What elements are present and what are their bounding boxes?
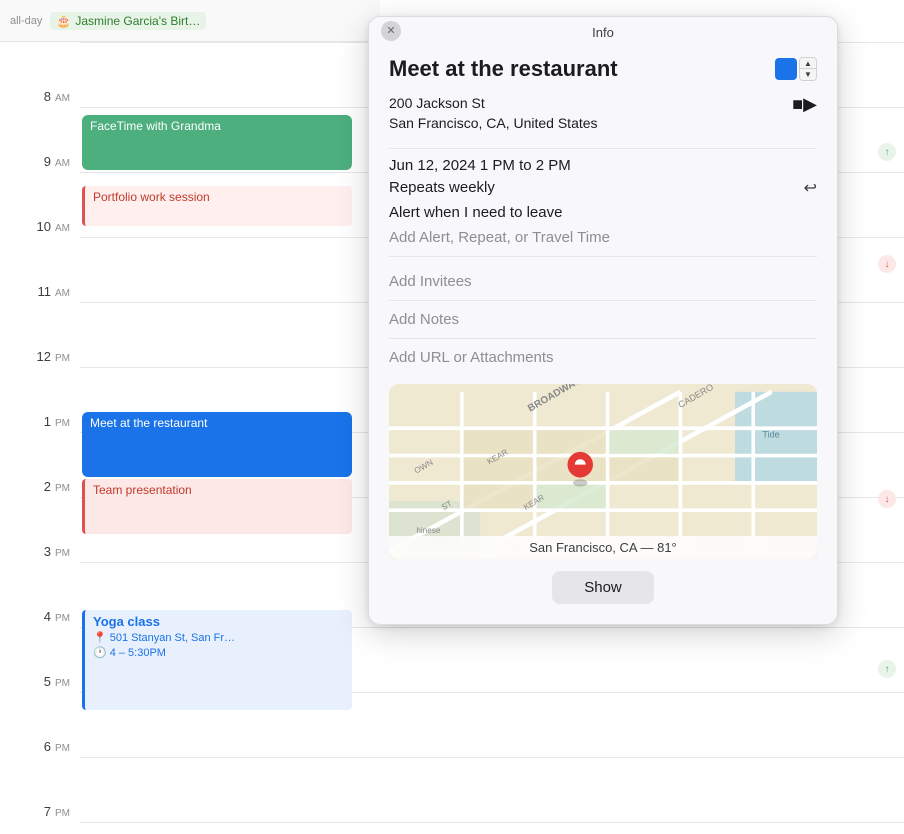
time-label-10am: 10 AM: [0, 220, 80, 234]
map-container[interactable]: BROADWAY CADERO OWN ST KEAR KEAR Tide hi…: [389, 384, 817, 559]
video-camera-icon: ■▶: [792, 94, 817, 115]
map-svg: BROADWAY CADERO OWN ST KEAR KEAR Tide hi…: [389, 384, 817, 559]
event-restaurant-title: Meet at the restaurant: [90, 416, 207, 430]
close-button[interactable]: ✕: [381, 21, 401, 41]
event-yoga-title: Yoga class: [93, 614, 344, 629]
stepper-down-button[interactable]: ▼: [800, 69, 816, 80]
add-invitees-row[interactable]: Add Invitees: [389, 263, 817, 300]
close-icon: ✕: [386, 24, 395, 37]
add-alert-row[interactable]: Add Alert, Repeat, or Travel Time: [389, 225, 817, 250]
hour-line-6pm: [80, 757, 904, 758]
map-location-label: San Francisco, CA — 81°: [529, 540, 677, 555]
time-label-5pm: 5 PM: [0, 675, 80, 689]
hour-line-7pm: [80, 822, 904, 823]
time-label-2pm: 2 PM: [0, 480, 80, 494]
info-popup: ✕ Info Meet at the restaurant ▲ ▼ 200 Ja…: [368, 16, 838, 625]
popup-event-title: Meet at the restaurant: [389, 56, 618, 82]
repeat-row: Repeats weekly ↩: [389, 178, 817, 198]
event-portfolio-title: Portfolio work session: [93, 190, 210, 204]
event-yoga-time: 🕐 4 – 5:30PM: [93, 646, 344, 659]
scroll-indicator-1: ↑: [878, 143, 896, 161]
event-yoga[interactable]: Yoga class 📍 501 Stanyan St, San Fr… 🕐 4…: [82, 610, 352, 710]
event-facetime-title: FaceTime with Grandma: [90, 119, 221, 133]
map-visual: BROADWAY CADERO OWN ST KEAR KEAR Tide hi…: [389, 384, 817, 559]
event-team[interactable]: Team presentation: [82, 479, 352, 534]
time-label-1pm: 1 PM: [0, 415, 80, 429]
stepper-up-button[interactable]: ▲: [800, 58, 816, 69]
allday-event-jasmine[interactable]: 🎂 Jasmine Garcia's Birt…: [50, 12, 206, 30]
time-label-7pm: 7 PM: [0, 805, 80, 819]
add-notes-row[interactable]: Add Notes: [389, 300, 817, 338]
alert-row: Alert when I need to leave: [389, 204, 817, 221]
date-row: Jun 12, 2024 1 PM to 2 PM: [389, 157, 817, 174]
scroll-indicator-4: ↑: [878, 660, 896, 678]
event-team-title: Team presentation: [93, 483, 192, 497]
location-text: 200 Jackson St San Francisco, CA, United…: [389, 94, 598, 133]
scroll-indicator-2: ↓: [878, 255, 896, 273]
map-label-bar: San Francisco, CA — 81°: [389, 536, 817, 559]
svg-text:Tide: Tide: [762, 429, 779, 439]
color-swatch[interactable]: [775, 58, 797, 80]
event-yoga-location: 📍 501 Stanyan St, San Fr…: [93, 631, 344, 644]
popup-title-bar: Info: [592, 25, 614, 40]
svg-text:hinese: hinese: [416, 526, 441, 535]
time-label-8am: 8 AM: [0, 90, 80, 104]
clock-icon: 🕐: [93, 646, 107, 659]
time-label-4pm: 4 PM: [0, 610, 80, 624]
time-label-9am: 9 AM: [0, 155, 80, 169]
event-title-row: Meet at the restaurant ▲ ▼: [389, 56, 817, 82]
location-line1: 200 Jackson St: [389, 94, 598, 114]
show-button[interactable]: Show: [552, 571, 654, 604]
popup-header: ✕ Info: [369, 17, 837, 44]
repeat-text: Repeats weekly: [389, 179, 495, 196]
add-url-row[interactable]: Add URL or Attachments: [389, 338, 817, 376]
location-icon: 📍: [93, 631, 107, 644]
location-row: 200 Jackson St San Francisco, CA, United…: [389, 94, 817, 133]
time-label-12pm: 12 PM: [0, 350, 80, 364]
color-picker[interactable]: ▲ ▼: [775, 57, 817, 81]
color-stepper[interactable]: ▲ ▼: [799, 57, 817, 81]
event-facetime[interactable]: FaceTime with Grandma: [82, 115, 352, 170]
event-restaurant[interactable]: Meet at the restaurant: [82, 412, 352, 477]
time-label-6pm: 6 PM: [0, 740, 80, 754]
allday-event-text: Jasmine Garcia's Birt…: [75, 14, 200, 28]
allday-row: all-day 🎂 Jasmine Garcia's Birt…: [0, 0, 380, 42]
time-label-11am: 11 AM: [0, 285, 80, 299]
allday-label: all-day: [0, 15, 50, 27]
divider-1: [389, 148, 817, 149]
time-label-3pm: 3 PM: [0, 545, 80, 559]
scroll-indicator-3: ↓: [878, 490, 896, 508]
event-portfolio[interactable]: Portfolio work session: [82, 186, 352, 226]
location-line2: San Francisco, CA, United States: [389, 114, 598, 134]
section-divider-1: [389, 256, 817, 257]
repeat-icon: ↩: [804, 178, 817, 198]
birthday-icon: 🎂: [56, 14, 71, 28]
popup-body: Meet at the restaurant ▲ ▼ 200 Jackson S…: [369, 44, 837, 624]
